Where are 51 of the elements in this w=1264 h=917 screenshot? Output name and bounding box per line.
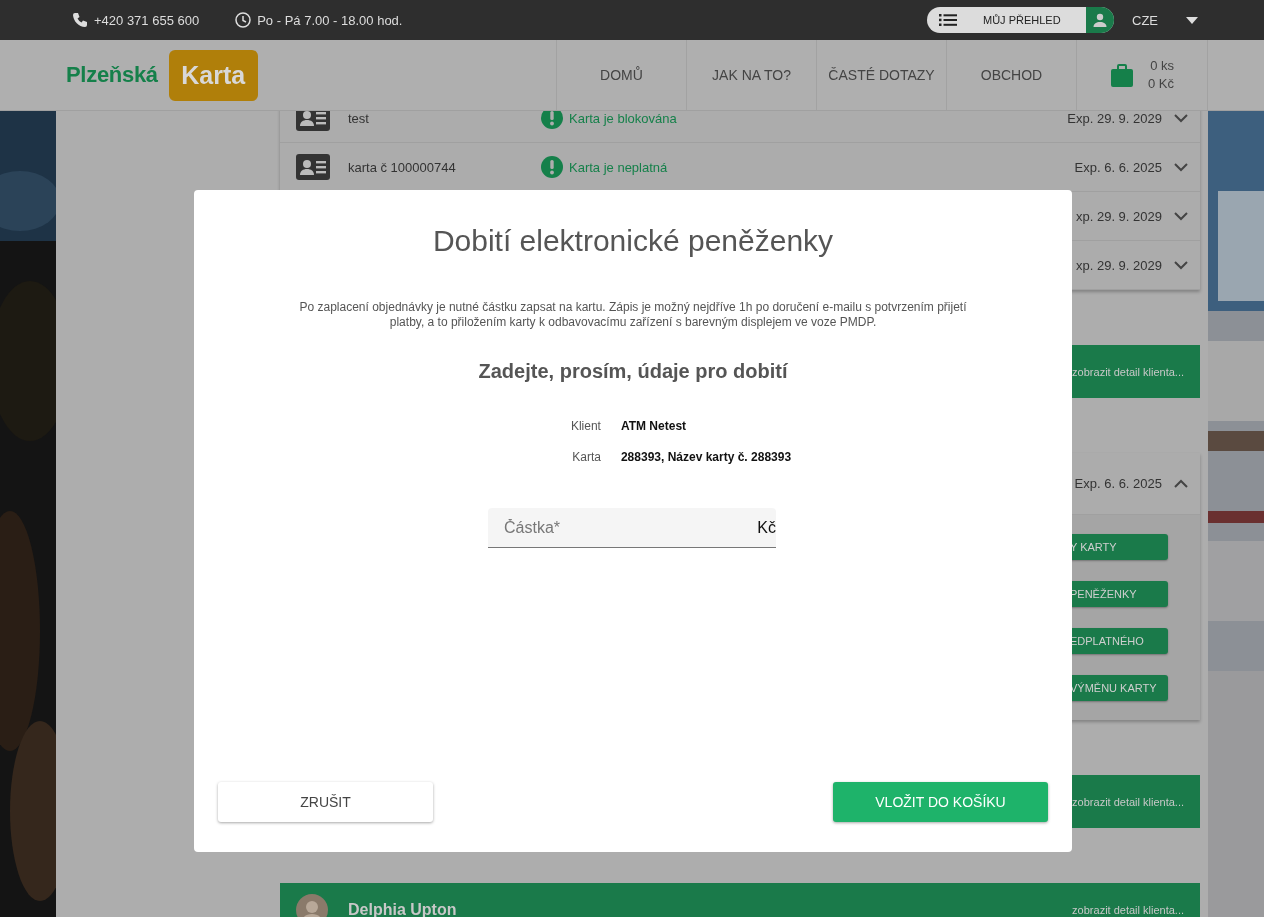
client-detail-link[interactable]: zobrazit detail klienta...	[1072, 365, 1184, 378]
chevron-icon[interactable]	[1174, 479, 1188, 488]
chevron-icon[interactable]	[1174, 162, 1188, 172]
dialog-title: Dobití elektronické peněženky	[432, 224, 834, 258]
exclamation-icon	[541, 156, 563, 178]
opening-hours: Po - Pá 7.00 - 18.00 hod.	[257, 12, 403, 28]
add-to-cart-button[interactable]: VLOŽIT DO KOŠÍKU	[833, 782, 1048, 822]
nav-link[interactable]: OBCHOD	[946, 40, 1076, 110]
logo-text: Plzeňská	[66, 62, 158, 88]
clock-icon	[235, 12, 252, 28]
card-name: test	[348, 111, 370, 126]
currency-suffix: Kč	[757, 519, 776, 537]
chevron-icon[interactable]	[1174, 260, 1188, 270]
expiry-date: Exp. 29. 9. 2029	[1067, 111, 1162, 126]
card-name: karta č 100000744	[348, 159, 457, 175]
info-text: Po zaplacení objednávky je nutné částku zapsat na kartu. Zápis je možný nejdříve 1h po doručení e-mailu s potvrzením přijetí platby, a to přiložením karty k odbavovacímu zařízení s barevným displejem ve voze PMDP.	[298, 300, 968, 330]
card-status: Karta je neplatná	[569, 159, 668, 175]
cancel-button[interactable]: ZRUŠIT	[218, 782, 433, 822]
expiry-date: xp. 29. 9. 2029	[1076, 208, 1162, 224]
shopping-bag-icon	[1110, 63, 1134, 87]
detail-value: 288393, Název karty č. 288393	[620, 450, 792, 464]
cart-total: 0 Kč	[1148, 75, 1174, 93]
phone-number: +420 371 655 600	[94, 12, 200, 28]
detail-label: Klient	[570, 419, 601, 433]
nav-link[interactable]: JAK NA TO?	[686, 40, 816, 110]
avatar	[296, 893, 328, 917]
detail-label: Karta	[571, 450, 601, 464]
logo-badge: Karta	[168, 49, 258, 101]
user-icon	[1093, 13, 1107, 27]
nav-link[interactable]: DOMŮ	[556, 40, 686, 110]
language-selector[interactable]: CZE	[1132, 12, 1158, 28]
client-header-bar[interactable]: Delphia Upton zobrazit detail klienta...	[280, 883, 1200, 917]
detail-value: ATM Netest	[620, 419, 688, 433]
client-detail-link[interactable]: zobrazit detail klienta...	[1072, 903, 1184, 916]
phone-icon	[72, 12, 88, 28]
id-card-icon	[296, 154, 330, 180]
expiry-date: Exp. 6. 6. 2025	[1074, 159, 1162, 175]
expiry-date: xp. 29. 9. 2029	[1076, 257, 1162, 273]
chevron-icon[interactable]	[1174, 211, 1188, 221]
client-name: Delphia Upton	[348, 900, 457, 917]
card-status: Karta je blokována	[569, 111, 677, 126]
account-button[interactable]: MŮJ PŘEHLED	[927, 7, 1114, 33]
client-detail-link[interactable]: zobrazit detail klienta...	[1072, 795, 1184, 808]
chevron-icon[interactable]	[1174, 113, 1188, 123]
cart-button[interactable]: 0 ks 0 Kč	[1076, 40, 1208, 110]
expiry-date: Exp. 6. 6. 2025	[1074, 476, 1162, 491]
nav-link[interactable]: ČASTÉ DOTAZY	[816, 40, 946, 110]
form-heading: Zadejte, prosím, údaje pro dobití	[478, 360, 788, 383]
cart-count: 0 ks	[1149, 57, 1174, 75]
caret-icon[interactable]	[1186, 16, 1198, 24]
list-icon	[939, 14, 957, 26]
